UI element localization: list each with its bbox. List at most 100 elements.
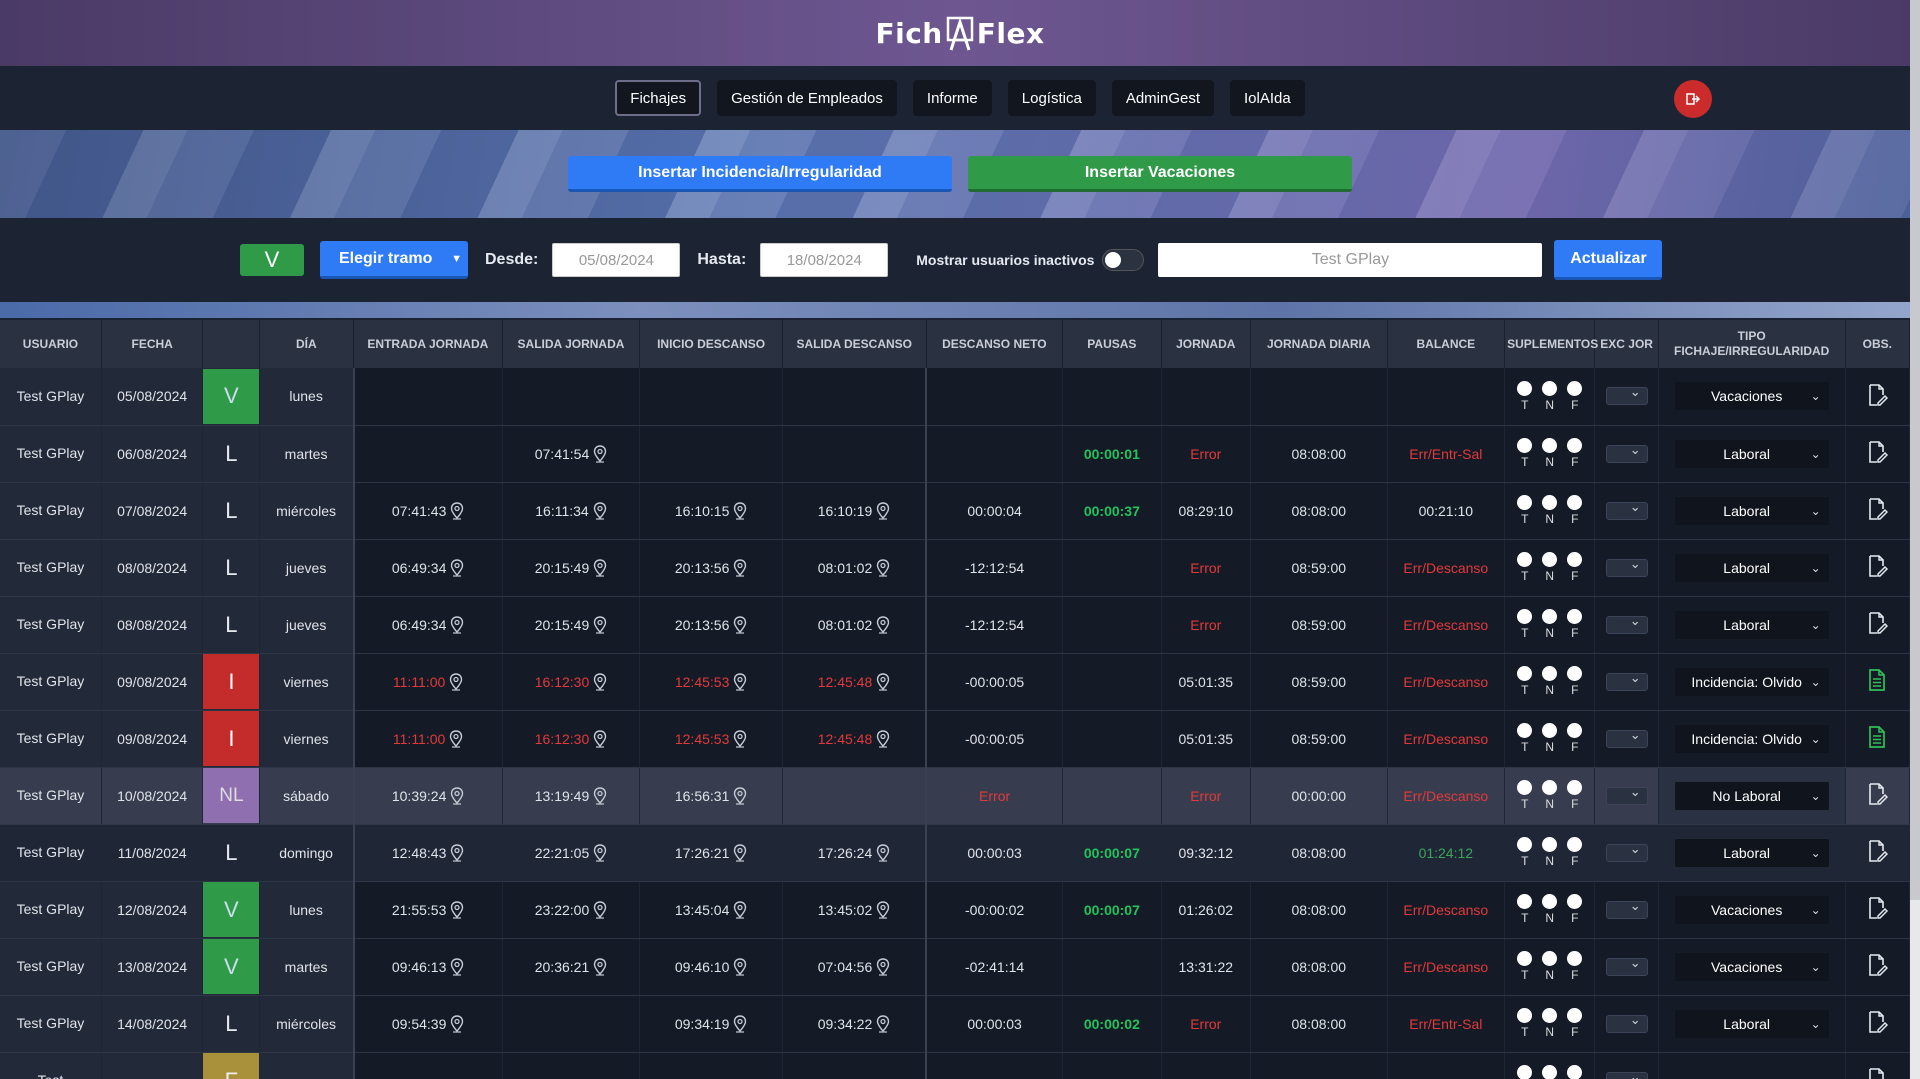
suplemento-radio[interactable]	[1517, 951, 1533, 966]
suplemento-n[interactable]: N	[1542, 666, 1558, 697]
location-pin-icon[interactable]	[876, 615, 890, 634]
edit-document-icon[interactable]	[1866, 1067, 1888, 1079]
suplemento-f[interactable]: F	[1567, 1008, 1583, 1039]
suplemento-n[interactable]: N	[1542, 780, 1558, 811]
suplemento-f[interactable]: F	[1567, 380, 1583, 412]
location-pin-icon[interactable]	[876, 672, 890, 691]
logout-button[interactable]	[1674, 80, 1712, 118]
tipo-fichaje-select[interactable]: Laboral ⌄	[1674, 838, 1829, 867]
location-pin-icon[interactable]	[733, 1014, 747, 1033]
suplemento-f[interactable]: F	[1567, 495, 1583, 526]
exc-jor-select[interactable]	[1605, 499, 1648, 520]
suplemento-radio[interactable]	[1542, 380, 1558, 396]
location-pin-icon[interactable]	[733, 615, 747, 634]
suplemento-n[interactable]: N	[1542, 609, 1558, 640]
suplemento-radio[interactable]	[1517, 552, 1533, 567]
location-pin-icon[interactable]	[593, 501, 607, 520]
location-pin-icon[interactable]	[876, 558, 890, 577]
location-pin-icon[interactable]	[733, 786, 747, 805]
exc-jor-select[interactable]	[1605, 955, 1648, 976]
exc-jor-select[interactable]	[1605, 784, 1648, 805]
suplemento-n[interactable]: N	[1542, 894, 1558, 925]
user-search-input[interactable]: Test GPlay	[1158, 243, 1543, 277]
suplemento-n[interactable]: N	[1542, 1008, 1558, 1039]
edit-document-icon[interactable]	[1866, 497, 1889, 521]
suplemento-f[interactable]: F	[1567, 780, 1583, 811]
suplemento-radio[interactable]	[1517, 1008, 1533, 1023]
exc-jor-select[interactable]	[1605, 898, 1648, 919]
exc-jor-select[interactable]	[1605, 442, 1648, 463]
edit-document-icon[interactable]	[1866, 440, 1889, 464]
location-pin-icon[interactable]	[733, 957, 747, 976]
edit-document-icon[interactable]	[1866, 953, 1889, 977]
suplemento-t[interactable]: T	[1517, 552, 1533, 583]
location-pin-icon[interactable]	[450, 843, 464, 862]
suplemento-radio[interactable]	[1517, 380, 1533, 396]
suplemento-t[interactable]: T	[1517, 894, 1533, 925]
suplemento-t[interactable]: T	[1517, 666, 1533, 697]
suplemento-t[interactable]: T	[1517, 723, 1533, 754]
suplemento-radio[interactable]	[1542, 1008, 1558, 1023]
suplemento-f[interactable]: F	[1567, 1065, 1583, 1079]
suplemento-radio[interactable]	[1517, 894, 1533, 909]
suplemento-radio[interactable]	[1567, 894, 1583, 909]
suplemento-n[interactable]: N	[1542, 837, 1558, 868]
suplemento-f[interactable]: F	[1567, 438, 1583, 469]
exc-jor-select[interactable]	[1605, 670, 1648, 691]
edit-document-icon[interactable]	[1866, 554, 1889, 578]
nav-logistica[interactable]: Logística	[1007, 80, 1096, 116]
inactivos-toggle[interactable]	[1102, 249, 1145, 271]
suplemento-radio[interactable]	[1517, 609, 1533, 624]
edit-document-icon[interactable]	[1866, 611, 1889, 635]
suplemento-radio[interactable]	[1567, 951, 1583, 966]
suplemento-radio[interactable]	[1567, 438, 1583, 453]
nav-gestion-empleados[interactable]: Gestión de Empleados	[717, 80, 897, 116]
app-logo[interactable]: Fich Flex	[875, 14, 1044, 52]
nav-iolaida[interactable]: IolAIda	[1230, 80, 1305, 116]
exc-jor-select[interactable]	[1605, 1069, 1648, 1079]
suplemento-t[interactable]: T	[1517, 380, 1533, 412]
edit-document-icon[interactable]	[1866, 839, 1889, 863]
actualizar-button[interactable]: Actualizar	[1554, 240, 1663, 280]
tipo-fichaje-select[interactable]: Incidencia: Olvido ⌄	[1674, 724, 1829, 753]
suplemento-n[interactable]: N	[1542, 495, 1558, 526]
suplemento-t[interactable]: T	[1517, 1008, 1533, 1039]
suplemento-t[interactable]: T	[1517, 495, 1533, 526]
page-scrollbar[interactable]	[1910, 0, 1920, 1079]
location-pin-icon[interactable]	[449, 672, 463, 691]
location-pin-icon[interactable]	[450, 501, 464, 520]
suplemento-t[interactable]: T	[1517, 1065, 1533, 1079]
tipo-fichaje-select[interactable]: Vacaciones ⌄	[1674, 895, 1829, 924]
location-pin-icon[interactable]	[876, 957, 890, 976]
suplemento-n[interactable]: N	[1542, 723, 1558, 754]
edit-document-icon[interactable]	[1866, 1010, 1889, 1034]
location-pin-icon[interactable]	[450, 900, 464, 919]
suplemento-f[interactable]: F	[1567, 951, 1583, 982]
suplemento-f[interactable]: F	[1567, 666, 1583, 697]
tipo-fichaje-select[interactable]: Laboral ⌄	[1674, 439, 1829, 468]
location-pin-icon[interactable]	[733, 558, 747, 577]
location-pin-icon[interactable]	[733, 843, 747, 862]
location-pin-icon[interactable]	[876, 729, 890, 748]
suplemento-t[interactable]: T	[1517, 609, 1533, 640]
suplemento-radio[interactable]	[1542, 780, 1558, 795]
exc-jor-select[interactable]	[1605, 384, 1648, 406]
location-pin-icon[interactable]	[593, 444, 607, 463]
location-pin-icon[interactable]	[876, 900, 890, 919]
location-pin-icon[interactable]	[593, 558, 607, 577]
suplemento-f[interactable]: F	[1567, 552, 1583, 583]
location-pin-icon[interactable]	[593, 957, 607, 976]
suplemento-radio[interactable]	[1517, 666, 1533, 681]
insertar-incidencia-button[interactable]: Insertar Incidencia/Irregularidad	[568, 156, 952, 192]
suplemento-radio[interactable]	[1567, 1008, 1583, 1023]
location-pin-icon[interactable]	[593, 900, 607, 919]
nav-informe[interactable]: Informe	[912, 80, 992, 116]
suplemento-f[interactable]: F	[1567, 894, 1583, 925]
location-pin-icon[interactable]	[449, 729, 463, 748]
elegir-tramo-dropdown[interactable]: Elegir tramo ▼	[320, 241, 468, 279]
suplemento-f[interactable]: F	[1567, 837, 1583, 868]
location-pin-icon[interactable]	[733, 501, 747, 520]
suplemento-radio[interactable]	[1567, 837, 1583, 852]
suplemento-radio[interactable]	[1567, 609, 1583, 624]
exc-jor-select[interactable]	[1605, 841, 1648, 862]
